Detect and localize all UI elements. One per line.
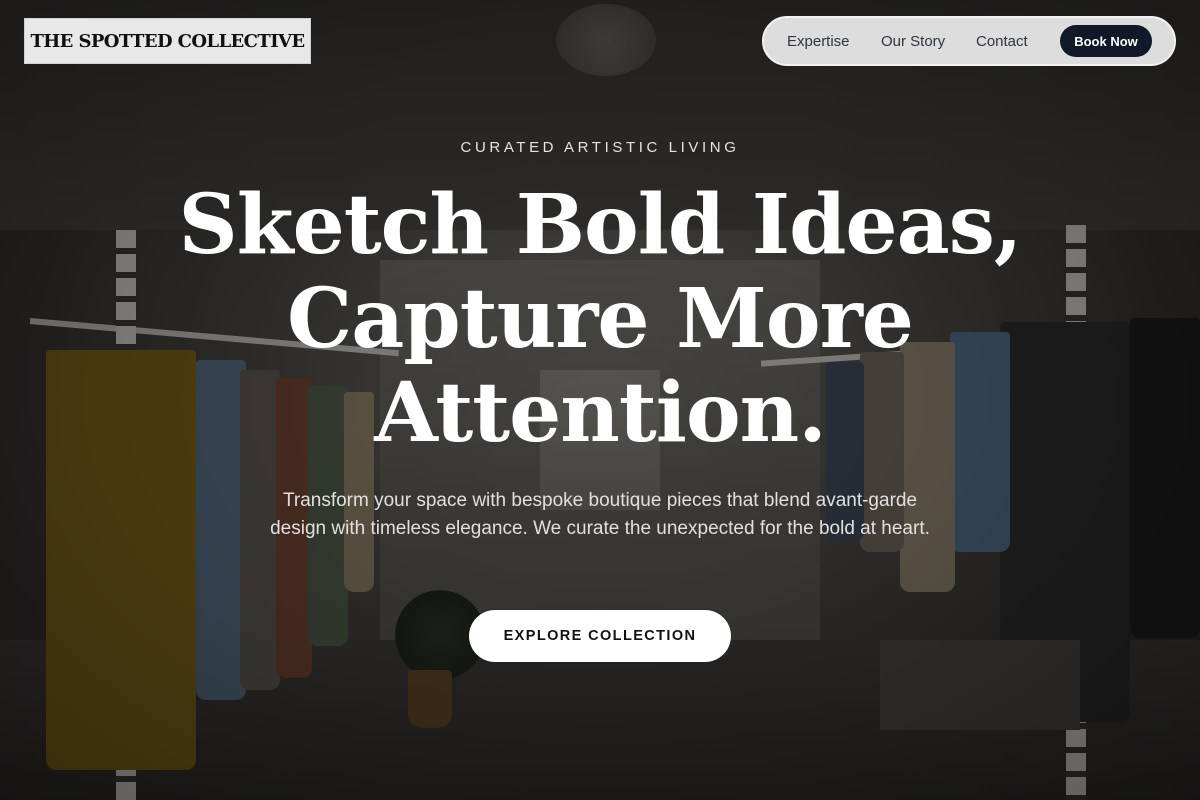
hero-headline-line: Sketch Bold Ideas, (178, 177, 1023, 273)
hero-headline-line: Attention. (374, 365, 827, 461)
explore-collection-button[interactable]: EXPLORE COLLECTION (469, 610, 731, 662)
top-navigation: Expertise Our Story Contact Book Now (762, 16, 1176, 66)
hero-subtitle: Transform your space with bespoke boutiq… (270, 490, 930, 539)
brand-logo[interactable]: THE SPOTTED COLLECTIVE (24, 18, 311, 64)
nav-link-contact[interactable]: Contact (976, 18, 1028, 64)
book-now-button[interactable]: Book Now (1060, 25, 1152, 57)
hero-eyebrow: CURATED ARTISTIC LIVING (460, 139, 740, 156)
nav-link-our-story[interactable]: Our Story (881, 18, 945, 64)
nav-link-expertise[interactable]: Expertise (787, 18, 850, 64)
hero-headline: Sketch Bold Ideas, Capture More Attentio… (0, 178, 1200, 460)
hero-headline-line: Capture More (287, 271, 914, 367)
